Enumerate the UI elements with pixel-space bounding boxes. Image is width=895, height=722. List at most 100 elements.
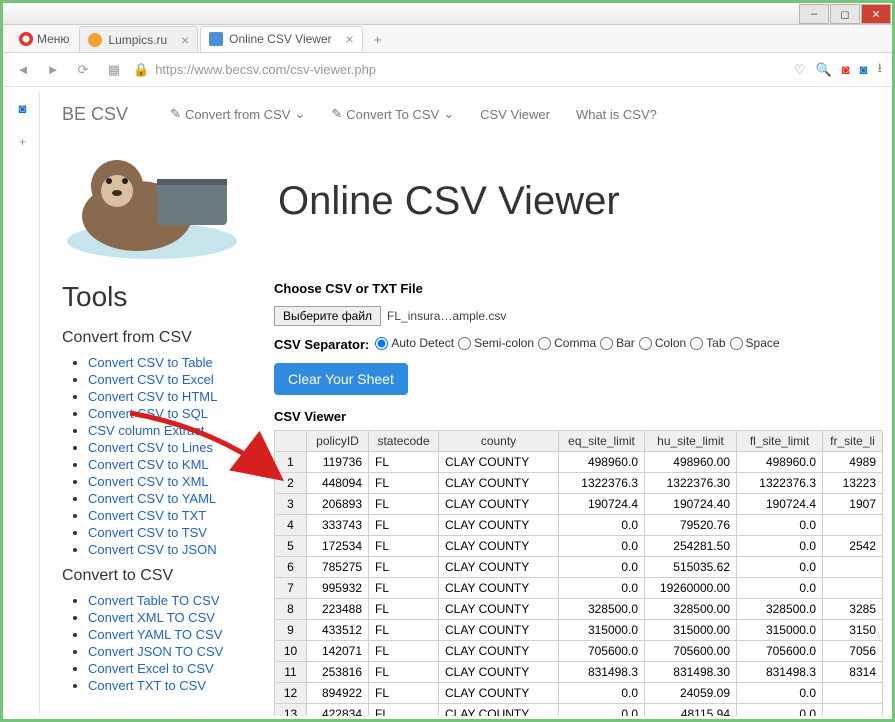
cell: 190724.4 [559, 493, 645, 514]
sidebar-item-icon[interactable]: ◙ [19, 101, 27, 116]
cell: 0.0 [737, 556, 823, 577]
column-header[interactable]: hu_site_limit [645, 430, 737, 451]
table-row[interactable]: 2448094FLCLAY COUNTY1322376.31322376.301… [275, 472, 883, 493]
cell: CLAY COUNTY [439, 661, 559, 682]
table-row[interactable]: 12894922FLCLAY COUNTY0.024059.090.0 [275, 682, 883, 703]
opera-badge-icon[interactable]: ◙ [842, 62, 850, 77]
cell: 142071 [307, 640, 369, 661]
reload-icon[interactable]: ⟳ [73, 62, 93, 78]
nav-convert-from[interactable]: ✎Convert from CSV ⌄ [170, 106, 305, 122]
download-icon[interactable]: ⭳ [877, 59, 882, 81]
cell: 1322376.3 [559, 472, 645, 493]
choose-file-button[interactable]: Выберите файл [274, 306, 381, 326]
table-row[interactable]: 5172534FLCLAY COUNTY0.0254281.500.02542 [275, 535, 883, 556]
tool-link[interactable]: Convert CSV to Excel [88, 372, 234, 387]
tool-link[interactable]: Convert Excel to CSV [88, 661, 234, 676]
table-row[interactable]: 13422834FLCLAY COUNTY0.048115.940.0 [275, 703, 883, 716]
tool-link[interactable]: Convert CSV to HTML [88, 389, 234, 404]
table-row[interactable]: 8223488FLCLAY COUNTY328500.0328500.00328… [275, 598, 883, 619]
cell: 0.0 [559, 535, 645, 556]
new-tab-button[interactable]: + [365, 26, 391, 52]
tool-link[interactable]: Convert CSV to XML [88, 474, 234, 489]
cell: FL [369, 598, 439, 619]
tab-csv-viewer[interactable]: Online CSV Viewer × [200, 26, 363, 52]
opera-logo-icon [19, 32, 33, 46]
tool-link[interactable]: Convert CSV to KML [88, 457, 234, 472]
separator-option[interactable]: Space [730, 336, 780, 350]
maximize-button[interactable]: ◻ [830, 4, 860, 24]
table-row[interactable]: 1119736FLCLAY COUNTY498960.0498960.00498… [275, 451, 883, 472]
cell: 831498.3 [559, 661, 645, 682]
separator-option[interactable]: Semi-colon [458, 336, 534, 350]
speed-dial-icon[interactable]: ▦ [103, 62, 123, 78]
tool-link[interactable]: Convert YAML TO CSV [88, 627, 234, 642]
browser-tabs: Меню Lumpics.ru × Online CSV Viewer × + [3, 25, 892, 53]
forward-icon[interactable]: ► [43, 62, 63, 77]
cell: 705600.00 [645, 640, 737, 661]
column-header[interactable]: statecode [369, 430, 439, 451]
cell [823, 577, 883, 598]
table-row[interactable]: 4333743FLCLAY COUNTY0.079520.760.0 [275, 514, 883, 535]
nav-convert-to[interactable]: ✎Convert To CSV ⌄ [331, 106, 454, 122]
tool-link[interactable]: Convert CSV to Lines [88, 440, 234, 455]
tool-link[interactable]: Convert JSON TO CSV [88, 644, 234, 659]
minimize-button[interactable]: – [799, 4, 829, 24]
cell: 831498.3 [737, 661, 823, 682]
column-header[interactable]: policyID [307, 430, 369, 451]
cell: 785275 [307, 556, 369, 577]
tool-link[interactable]: Convert CSV to Table [88, 355, 234, 370]
separator-option[interactable]: Tab [690, 336, 725, 350]
tab-lumpics[interactable]: Lumpics.ru × [79, 26, 198, 52]
opera-menu-button[interactable]: Меню [9, 26, 79, 52]
tool-link[interactable]: Convert CSV to YAML [88, 491, 234, 506]
nav-csv-viewer[interactable]: CSV Viewer [480, 107, 550, 122]
table-row[interactable]: 11253816FLCLAY COUNTY831498.3831498.3083… [275, 661, 883, 682]
tool-link[interactable]: Convert TXT to CSV [88, 678, 234, 693]
column-header[interactable]: fr_site_li [823, 430, 883, 451]
tool-link[interactable]: Convert Table TO CSV [88, 593, 234, 608]
tool-link[interactable]: Convert CSV to SQL [88, 406, 234, 421]
cell: 1322376.3 [737, 472, 823, 493]
column-header[interactable]: county [439, 430, 559, 451]
url-input[interactable]: 🔒 https://www.becsv.com/csv-viewer.php [133, 62, 784, 78]
tool-link[interactable]: CSV column Extract [88, 423, 234, 438]
tool-link[interactable]: Convert XML TO CSV [88, 610, 234, 625]
brand-logo[interactable]: BE CSV [62, 104, 128, 125]
sidebar-add-icon[interactable]: + [19, 134, 27, 149]
table-row[interactable]: 10142071FLCLAY COUNTY705600.0705600.0070… [275, 640, 883, 661]
cell: 315000.00 [645, 619, 737, 640]
table-row[interactable]: 7995932FLCLAY COUNTY0.019260000.000.0 [275, 577, 883, 598]
row-number: 7 [275, 577, 307, 598]
tool-link[interactable]: Convert CSV to TSV [88, 525, 234, 540]
column-header[interactable]: eq_site_limit [559, 430, 645, 451]
cell [823, 682, 883, 703]
tool-link[interactable]: Convert CSV to TXT [88, 508, 234, 523]
page-content: BE CSV ✎Convert from CSV ⌄ ✎Convert To C… [40, 91, 889, 716]
bookmark-icon[interactable]: ♡ [794, 62, 806, 78]
ext-icon[interactable]: ◙ [860, 62, 868, 77]
separator-option[interactable]: Auto Detect [375, 336, 454, 350]
table-row[interactable]: 9433512FLCLAY COUNTY315000.0315000.00315… [275, 619, 883, 640]
tool-link[interactable]: Convert CSV to JSON [88, 542, 234, 557]
clear-sheet-button[interactable]: Clear Your Sheet [274, 363, 408, 395]
table-row[interactable]: 3206893FLCLAY COUNTY190724.4190724.40190… [275, 493, 883, 514]
csv-table-wrapper[interactable]: policyIDstatecodecountyeq_site_limithu_s… [274, 430, 883, 717]
window-titlebar: – ◻ ✕ [3, 3, 892, 25]
pencil-icon: ✎ [170, 106, 181, 122]
back-icon[interactable]: ◄ [13, 62, 33, 77]
nav-what-is-csv[interactable]: What is CSV? [576, 107, 657, 122]
column-header[interactable]: fl_site_limit [737, 430, 823, 451]
separator-option[interactable]: Bar [600, 336, 635, 350]
cell: FL [369, 577, 439, 598]
close-tab-icon[interactable]: × [181, 32, 189, 48]
close-button[interactable]: ✕ [861, 4, 891, 24]
close-tab-icon[interactable]: × [345, 31, 353, 47]
separator-option[interactable]: Comma [538, 336, 596, 350]
cell: 1907 [823, 493, 883, 514]
zoom-icon[interactable]: 🔍 [816, 62, 832, 78]
cell: 705600.0 [737, 640, 823, 661]
otter-illustration [62, 141, 262, 261]
separator-option[interactable]: Colon [639, 336, 686, 350]
table-row[interactable]: 6785275FLCLAY COUNTY0.0515035.620.0 [275, 556, 883, 577]
separator-row: CSV Separator: Auto DetectSemi-colonComm… [274, 336, 883, 353]
